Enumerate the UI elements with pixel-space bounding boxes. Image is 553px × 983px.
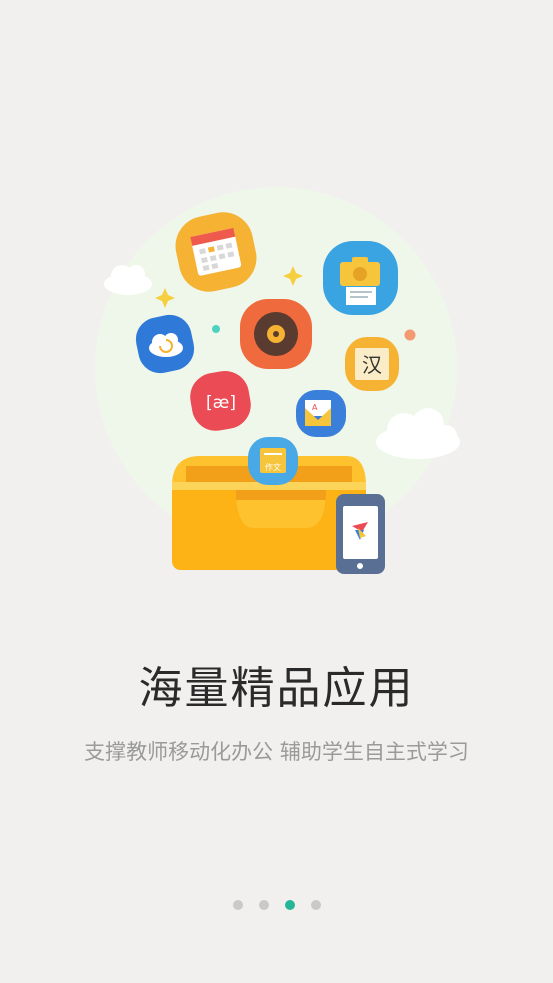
decor-dot	[212, 325, 220, 333]
chinese-char-icon: 汉	[345, 337, 399, 391]
svg-text:A: A	[312, 403, 318, 412]
phonetic-label: [æ]	[206, 393, 236, 413]
page-dot[interactable]	[232, 900, 243, 910]
phone-app-icon	[336, 494, 385, 574]
record-icon	[240, 299, 312, 369]
page-title: 海量精品应用	[138, 663, 415, 714]
composition-label: 作文	[265, 462, 281, 472]
page-subtitle: 支撑教师移动化办公 辅助学生自主式学习	[84, 740, 469, 764]
chinese-char-label: 汉	[362, 353, 382, 377]
page-indicator	[0, 900, 553, 912]
camera-scanner-icon	[323, 241, 398, 315]
decor-dot	[404, 329, 416, 341]
page-dot[interactable]	[310, 900, 321, 910]
page-dot-active[interactable]	[284, 900, 295, 910]
onboarding-illustration: 汉 [æ] A 作文	[95, 187, 460, 574]
letter-icon: A	[296, 390, 346, 437]
composition-icon: 作文	[248, 437, 298, 485]
page-dot[interactable]	[258, 900, 269, 910]
